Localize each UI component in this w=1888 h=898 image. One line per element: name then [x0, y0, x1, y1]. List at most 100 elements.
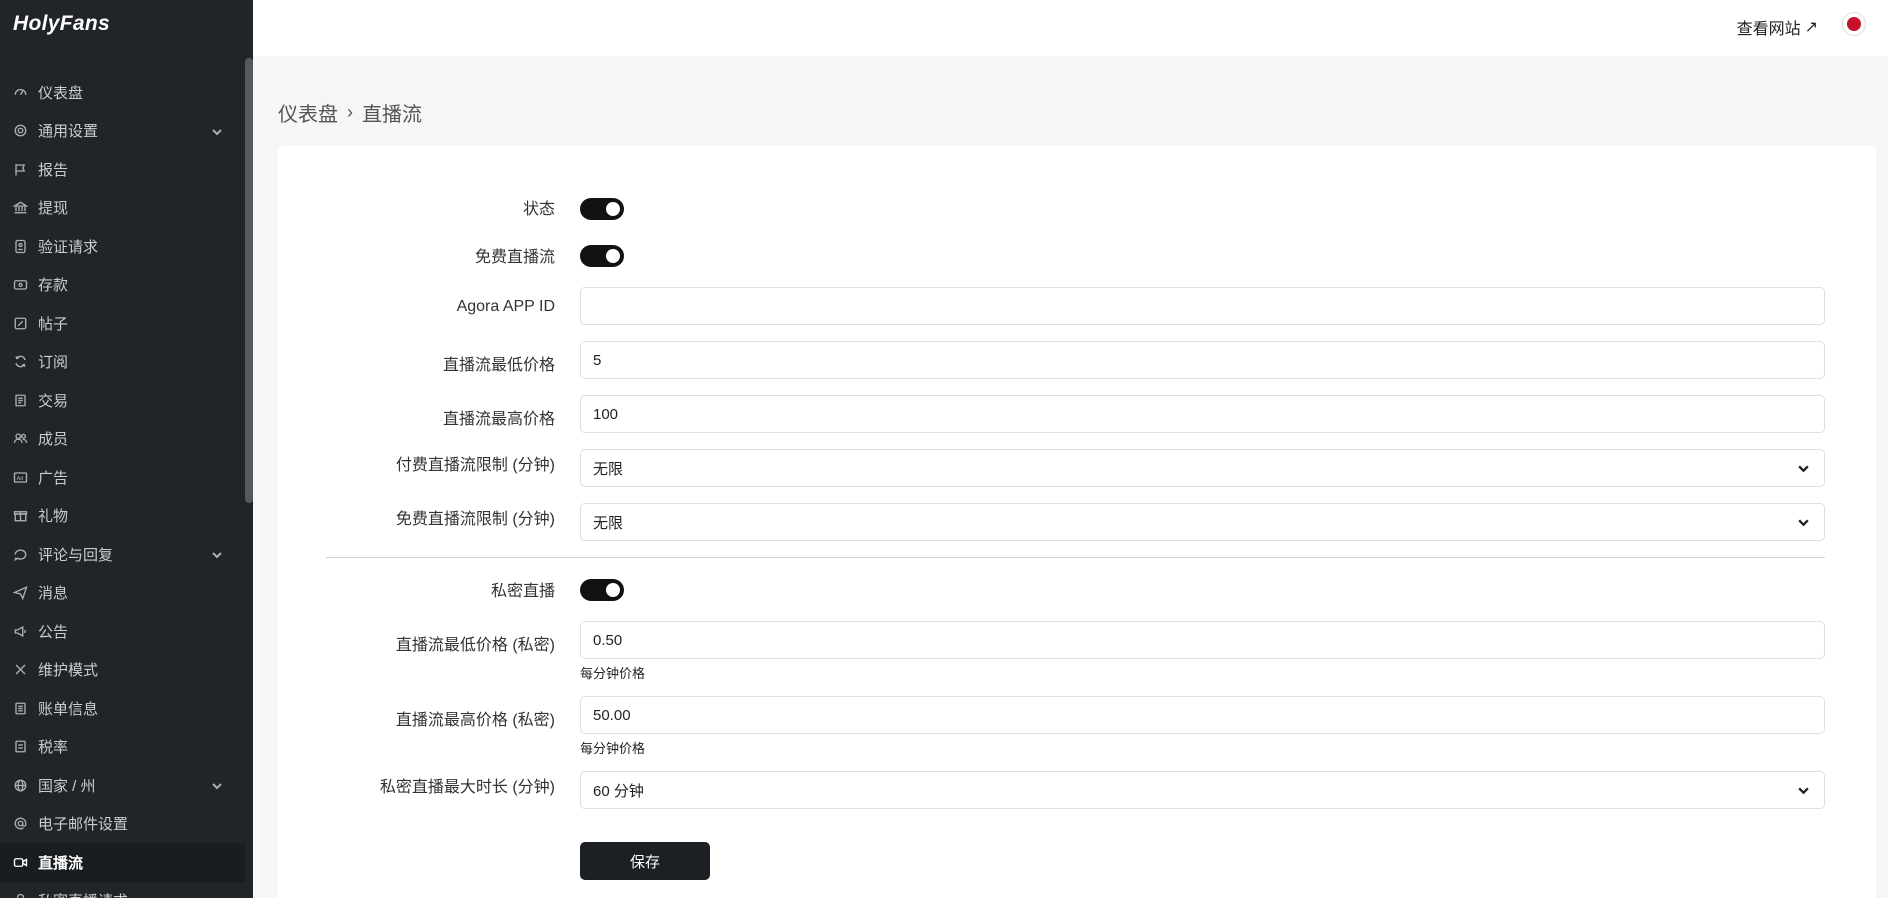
- paid-limit-select[interactable]: 无限: [580, 449, 1825, 487]
- free-live-label: 免费直播流: [474, 249, 555, 266]
- sidebar-scrollbar[interactable]: [245, 58, 253, 503]
- sidebar-item-6[interactable]: 存款: [0, 266, 245, 305]
- status-label: 状态: [522, 201, 555, 218]
- sidebar-nav: 仪表盘通用设置报告提现验证请求存款帖子订阅交易成员 Ad 广告礼物评论与回复消息公告…: [0, 73, 245, 898]
- sidebar-item-label: 维护模式: [38, 662, 99, 680]
- free-limit-label: 免费直播流限制 (分钟): [395, 511, 555, 528]
- private-duration-value: 60 分钟: [593, 782, 644, 800]
- sidebar-item-17[interactable]: 账单信息: [0, 689, 245, 728]
- sidebar-item-15[interactable]: 公告: [0, 612, 245, 651]
- avatar[interactable]: [1842, 12, 1866, 36]
- lock-icon: [12, 893, 28, 898]
- min-price-input[interactable]: [580, 341, 1825, 379]
- sidebar-item-18[interactable]: 税率: [0, 728, 245, 767]
- sidebar-item-2[interactable]: 通用设置: [0, 112, 245, 151]
- edit-icon: [12, 315, 28, 331]
- sidebar-item-label: 评论与回复: [38, 546, 114, 564]
- sidebar-item-13[interactable]: 评论与回复: [0, 535, 245, 574]
- sidebar-item-20[interactable]: 电子邮件设置: [0, 805, 245, 844]
- sidebar-item-22[interactable]: 私密直播请求: [0, 882, 245, 898]
- status-toggle[interactable]: [580, 198, 624, 220]
- section-divider: [326, 557, 1825, 558]
- gear-icon: [12, 123, 28, 139]
- free-limit-value: 无限: [593, 514, 624, 532]
- chevron-down-icon: [211, 779, 223, 796]
- agora-app-id-input[interactable]: [580, 287, 1825, 325]
- sidebar-item-label: 帖子: [38, 315, 69, 333]
- flag-icon: [12, 161, 28, 177]
- min-price-label: 直播流最低价格: [442, 357, 555, 374]
- private-duration-label: 私密直播最大时长 (分钟): [379, 779, 555, 796]
- camera-icon: [12, 854, 28, 870]
- dashboard-icon: [12, 84, 28, 100]
- sidebar-item-3[interactable]: 报告: [0, 150, 245, 189]
- sidebar-item-label: 电子邮件设置: [38, 816, 129, 834]
- chat-icon: [12, 546, 28, 562]
- sidebar-item-8[interactable]: 订阅: [0, 343, 245, 382]
- id-badge-icon: [12, 238, 28, 254]
- private-min-price-label: 直播流最低价格 (私密): [395, 637, 555, 654]
- free-live-toggle[interactable]: [580, 245, 624, 267]
- sidebar-item-10[interactable]: 成员: [0, 420, 245, 459]
- chevron-down-icon: [1797, 462, 1810, 479]
- sidebar-item-21[interactable]: 直播流: [0, 843, 245, 882]
- sidebar-item-16[interactable]: 维护模式: [0, 651, 245, 690]
- globe-icon: [12, 777, 28, 793]
- sidebar-item-4[interactable]: 提现: [0, 189, 245, 228]
- external-link-icon: ↗: [1804, 19, 1818, 36]
- max-price-input[interactable]: [580, 395, 1825, 433]
- private-max-price-label: 直播流最高价格 (私密): [395, 712, 555, 729]
- sidebar-item-label: 通用设置: [38, 123, 99, 141]
- sidebar-item-label: 消息: [38, 585, 69, 603]
- wallet-icon: [12, 277, 28, 293]
- sidebar-item-label: 验证请求: [38, 238, 99, 256]
- sidebar-item-label: 仪表盘: [38, 84, 84, 102]
- users-icon: [12, 431, 28, 447]
- paid-limit-label: 付费直播流限制 (分钟): [395, 457, 555, 474]
- receipt-icon: [12, 392, 28, 408]
- sidebar-item-label: 礼物: [38, 508, 69, 526]
- refresh-icon: [12, 354, 28, 370]
- private-max-price-input[interactable]: [580, 696, 1825, 734]
- save-button[interactable]: 保存: [580, 842, 710, 880]
- private-min-price-input[interactable]: [580, 621, 1825, 659]
- brand-logo[interactable]: HolyFans: [13, 12, 110, 36]
- max-price-label: 直播流最高价格: [442, 411, 555, 428]
- private-max-price-hint: 每分钟价格: [580, 741, 646, 756]
- sidebar-item-9[interactable]: 交易: [0, 381, 245, 420]
- sidebar-item-label: 国家 / 州: [38, 777, 96, 795]
- megaphone-icon: [12, 623, 28, 639]
- sidebar-item-14[interactable]: 消息: [0, 574, 245, 613]
- private-live-label: 私密直播: [490, 583, 555, 600]
- sidebar-item-11[interactable]: Ad 广告: [0, 458, 245, 497]
- sidebar-item-7[interactable]: 帖子: [0, 304, 245, 343]
- paid-limit-value: 无限: [593, 460, 624, 478]
- sidebar-item-label: 公告: [38, 623, 69, 641]
- view-site-link[interactable]: 查看网站 ↗: [1737, 15, 1818, 39]
- at-icon: [12, 816, 28, 832]
- free-limit-select[interactable]: 无限: [580, 503, 1825, 541]
- tax-icon: [12, 739, 28, 755]
- private-duration-select[interactable]: 60 分钟: [580, 771, 1825, 809]
- breadcrumb: 仪表盘 › 直播流: [278, 98, 422, 127]
- sidebar-item-5[interactable]: 验证请求: [0, 227, 245, 266]
- topbar: 查看网站 ↗: [253, 0, 1888, 56]
- private-live-toggle[interactable]: [580, 579, 624, 601]
- bank-icon: [12, 200, 28, 216]
- invoice-icon: [12, 700, 28, 716]
- sidebar-item-1[interactable]: 仪表盘: [0, 73, 245, 112]
- send-icon: [12, 585, 28, 601]
- sidebar-item-label: 交易: [38, 392, 69, 410]
- live-stream-settings-card: 状态 免费直播流 Agora APP ID 直播流最低价格 直播流最高价格 付费…: [278, 146, 1876, 898]
- sidebar-item-label: 账单信息: [38, 700, 99, 718]
- sidebar-item-19[interactable]: 国家 / 州: [0, 766, 245, 805]
- sidebar-item-label: 报告: [38, 161, 69, 179]
- sidebar-item-label: 存款: [38, 277, 69, 295]
- sidebar-item-12[interactable]: 礼物: [0, 497, 245, 536]
- sidebar-item-label: 成员: [38, 431, 69, 449]
- breadcrumb-home[interactable]: 仪表盘: [278, 98, 338, 127]
- gift-icon: [12, 508, 28, 524]
- ad-icon: Ad: [12, 469, 28, 485]
- agora-app-id-label: Agora APP ID: [456, 298, 555, 315]
- chevron-down-icon: [1797, 784, 1810, 801]
